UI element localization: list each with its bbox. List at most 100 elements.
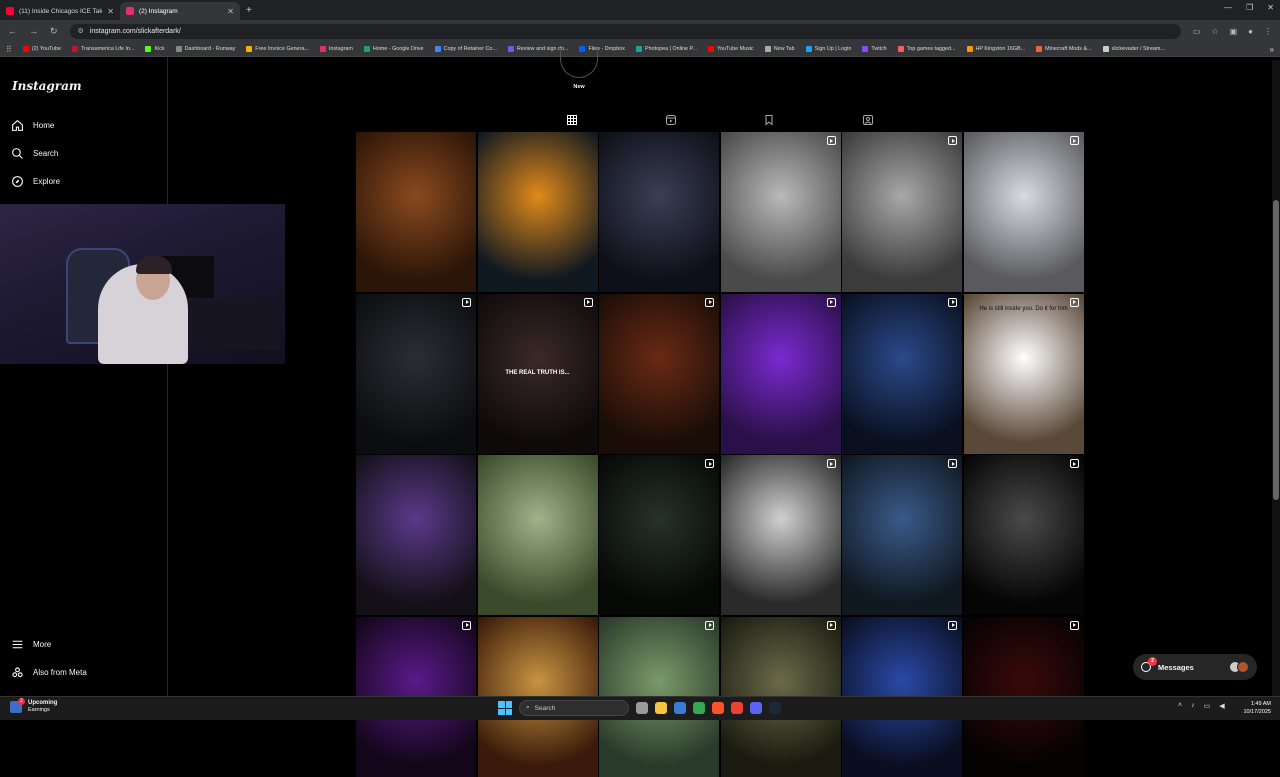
- tab-reels[interactable]: [665, 113, 677, 125]
- post-thumbnail[interactable]: [842, 293, 962, 454]
- messages-button[interactable]: 2 Messages: [1133, 654, 1257, 680]
- nav-also-from-meta[interactable]: Also from Meta: [11, 666, 87, 679]
- site-info-icon[interactable]: ⚙: [78, 27, 84, 35]
- post-thumbnail[interactable]: [963, 455, 1084, 615]
- post-thumbnail[interactable]: [720, 132, 841, 292]
- browser-tab-title: (2) Instagram: [139, 7, 178, 15]
- instagram-logo[interactable]: Instagram: [12, 79, 82, 93]
- bookmarks-bar: ⠿ (2) YouTube Transamerica Life In... Kick…: [0, 42, 1280, 57]
- tab-posts[interactable]: [566, 113, 578, 125]
- bookmark-item[interactable]: Free Invoice Genera...: [246, 46, 309, 52]
- volume-icon[interactable]: ◀: [1219, 702, 1224, 710]
- browser-tab[interactable]: (11) Inside Chicagos ICE Takeov... ✕: [0, 2, 120, 20]
- nav-label: Home: [33, 121, 55, 130]
- steam-icon[interactable]: [769, 702, 781, 714]
- back-icon[interactable]: ←: [8, 26, 17, 36]
- microphone-icon[interactable]: ♪: [1191, 702, 1195, 710]
- bookmark-label: Kick: [154, 46, 165, 52]
- youtube-favicon-icon: [6, 7, 14, 15]
- tab-saved[interactable]: [763, 113, 775, 126]
- bookmark-item[interactable]: slickevader / Stream...: [1102, 46, 1165, 52]
- maximize-icon[interactable]: ❐: [1246, 3, 1253, 12]
- file-explorer-icon[interactable]: [655, 702, 667, 714]
- bookmark-item[interactable]: Dashboard - Runway: [175, 46, 235, 52]
- bookmark-item[interactable]: Transamerica Life In...: [72, 46, 134, 52]
- post-thumbnail[interactable]: [477, 455, 598, 615]
- close-icon[interactable]: ✕: [107, 7, 114, 16]
- bookmark-item[interactable]: New Tab: [764, 46, 795, 52]
- widgets-button[interactable]: 2 Upcoming Earnings: [10, 698, 57, 714]
- brave-icon[interactable]: [712, 702, 724, 714]
- reel-icon: [705, 459, 714, 468]
- reel-icon: [826, 459, 836, 468]
- bookmark-item[interactable]: Sign Up | Login: [805, 46, 851, 52]
- post-thumbnail[interactable]: [356, 132, 476, 292]
- post-thumbnail[interactable]: [963, 132, 1084, 292]
- taskbar-search-box[interactable]: ⌕ Search: [519, 700, 629, 716]
- bookmark-item[interactable]: Photopea | Online P...: [636, 46, 697, 52]
- bookmark-item[interactable]: Twitch: [862, 46, 887, 52]
- nav-more[interactable]: More: [11, 638, 51, 651]
- close-window-icon[interactable]: ✕: [1267, 3, 1274, 12]
- bookmark-item[interactable]: Instagram: [319, 46, 353, 52]
- minimize-icon[interactable]: —: [1224, 3, 1232, 12]
- store-icon[interactable]: [674, 702, 686, 714]
- scrollbar-thumb[interactable]: [1273, 200, 1279, 500]
- taskbar-clock[interactable]: 1:49 AM 10/17/2025: [1233, 700, 1271, 716]
- post-thumbnail[interactable]: [720, 455, 841, 615]
- post-thumbnail[interactable]: [599, 455, 719, 615]
- bookmark-item[interactable]: (2) YouTube: [22, 46, 61, 52]
- post-thumbnail[interactable]: THE REAL TRUTH IS...: [477, 293, 598, 454]
- bookmark-item[interactable]: Minecraft Mods &...: [1036, 46, 1092, 52]
- profile-icon[interactable]: ●: [1248, 27, 1253, 36]
- bookmark-item[interactable]: Copy of Retainer Co...: [434, 46, 497, 52]
- chrome-icon[interactable]: [693, 702, 705, 714]
- bookmark-item[interactable]: Top games tagged...: [897, 46, 956, 52]
- bookmark-item[interactable]: YouTube Music: [707, 46, 754, 52]
- widgets-title: Upcoming: [28, 700, 58, 706]
- bookmark-item[interactable]: HP Kingston 16GB...: [966, 46, 1025, 52]
- chevron-up-icon[interactable]: ˄: [1178, 702, 1182, 710]
- menu-icon: [12, 640, 23, 649]
- bookmark-item[interactable]: Kick: [145, 46, 165, 52]
- post-thumbnail[interactable]: [356, 455, 476, 615]
- post-thumbnail[interactable]: [477, 132, 598, 292]
- url-field[interactable]: ⚙ instagram.com/slickafterdark/: [69, 23, 1181, 39]
- nav-explore[interactable]: Explore: [11, 175, 60, 188]
- close-icon[interactable]: ✕: [227, 7, 234, 16]
- more-bookmarks-icon[interactable]: »: [1270, 45, 1274, 54]
- page-scrollbar[interactable]: [1272, 60, 1280, 696]
- post-thumbnail[interactable]: [720, 293, 841, 454]
- bookmark-favicon-icon: [246, 46, 253, 52]
- task-view-icon[interactable]: [636, 702, 648, 714]
- discord-icon[interactable]: [750, 702, 762, 714]
- post-thumbnail[interactable]: He is still inside you. Do it for him: [963, 293, 1084, 454]
- network-icon[interactable]: ▭: [1204, 702, 1211, 710]
- bookmark-favicon-icon: [897, 46, 904, 52]
- chrome-profile-icon[interactable]: [731, 702, 743, 714]
- install-app-icon[interactable]: ▭: [1193, 27, 1201, 36]
- reel-icon: [948, 297, 957, 307]
- bookmark-item[interactable]: Home - Google Drive: [363, 46, 424, 52]
- post-thumbnail[interactable]: [356, 293, 476, 454]
- extensions-icon[interactable]: ▣: [1230, 27, 1238, 36]
- bookmark-star-icon[interactable]: ☆: [1211, 27, 1218, 36]
- apps-grid-icon[interactable]: ⠿: [6, 45, 12, 54]
- widgets-text: Upcoming Earnings: [28, 700, 57, 714]
- nav-home[interactable]: Home: [11, 119, 54, 132]
- post-thumbnail[interactable]: [599, 132, 719, 292]
- browser-tab-active[interactable]: (2) Instagram ✕: [120, 2, 240, 20]
- post-thumbnail[interactable]: [842, 132, 962, 292]
- nav-search[interactable]: Search: [11, 147, 58, 160]
- new-highlight-button[interactable]: [560, 48, 598, 78]
- reel-icon: [462, 297, 471, 307]
- chrome-menu-icon[interactable]: ⋮: [1264, 27, 1272, 36]
- windows-start-icon[interactable]: [498, 701, 512, 715]
- new-tab-icon[interactable]: +: [246, 5, 252, 16]
- reload-icon[interactable]: ↻: [50, 26, 58, 37]
- post-thumbnail[interactable]: [842, 455, 962, 615]
- forward-icon[interactable]: →: [29, 26, 38, 36]
- bookmark-label: Photopea | Online P...: [645, 46, 697, 52]
- post-thumbnail[interactable]: [599, 293, 719, 454]
- tab-tagged[interactable]: [862, 113, 874, 125]
